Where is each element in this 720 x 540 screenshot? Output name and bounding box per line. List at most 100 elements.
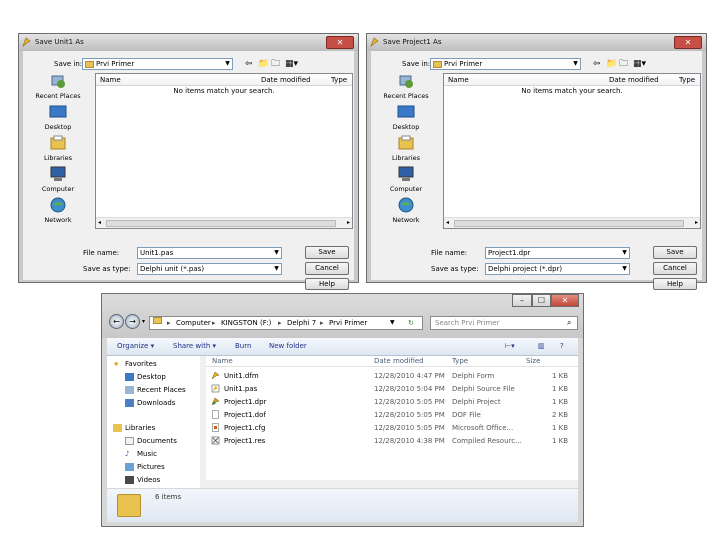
- place-libraries[interactable]: Libraries: [371, 135, 441, 162]
- column-date-modified[interactable]: Date modified: [609, 76, 659, 84]
- place-recent[interactable]: Recent Places: [23, 73, 93, 100]
- file-row[interactable]: Project1.dof 12/28/2010 5:05 PM DOF File…: [206, 409, 578, 421]
- place-computer[interactable]: Computer: [23, 166, 93, 193]
- save-in-combo[interactable]: Prvi Primer ▼: [82, 58, 233, 70]
- nav-item-downloads[interactable]: Downloads: [125, 399, 175, 407]
- file-name-input[interactable]: Project1.dpr ▼: [485, 247, 630, 259]
- file-row[interactable]: Project1.res 12/28/2010 4:38 PM Compiled…: [206, 435, 578, 447]
- music-icon: ♪: [125, 450, 130, 458]
- file-row[interactable]: Project1.cfg 12/28/2010 5:05 PM Microsof…: [206, 422, 578, 434]
- file-row[interactable]: Project1.dpr 12/28/2010 5:05 PM Delphi P…: [206, 396, 578, 408]
- documents-icon: [125, 437, 134, 445]
- save-in-combo[interactable]: Prvi Primer ▼: [430, 58, 581, 70]
- breadcrumb-drive[interactable]: KINGSTON (F:): [221, 317, 271, 329]
- column-name[interactable]: Name: [100, 76, 121, 84]
- column-date-modified[interactable]: Date modified: [374, 357, 424, 365]
- search-input[interactable]: Search Prvi Primer: [430, 316, 578, 330]
- place-label: Recent Places: [35, 92, 81, 100]
- nav-item-pictures[interactable]: Pictures: [125, 463, 165, 471]
- new-folder-button[interactable]: New folder: [269, 342, 307, 350]
- forward-button[interactable]: →: [125, 314, 140, 329]
- new-folder-icon[interactable]: 🗀: [619, 58, 628, 70]
- scroll-thumb[interactable]: [106, 220, 336, 227]
- column-name[interactable]: Name: [448, 76, 469, 84]
- save-button[interactable]: Save: [305, 246, 349, 259]
- network-icon: [398, 197, 414, 213]
- minimize-button[interactable]: –: [512, 294, 532, 307]
- close-button[interactable]: ✕: [551, 294, 579, 307]
- folder-icon: [433, 60, 442, 68]
- scroll-thumb[interactable]: [454, 220, 684, 227]
- resource-file-icon: [211, 436, 220, 445]
- help-button[interactable]: Help: [653, 278, 697, 290]
- place-libraries[interactable]: Libraries: [23, 135, 93, 162]
- place-recent[interactable]: Recent Places: [371, 73, 441, 100]
- place-network[interactable]: Network: [23, 197, 93, 224]
- libraries-header[interactable]: Libraries: [113, 424, 155, 432]
- place-desktop[interactable]: Desktop: [23, 104, 93, 131]
- nav-item-recent-places[interactable]: Recent Places: [125, 386, 186, 394]
- favorites-header[interactable]: ★ Favorites: [113, 360, 157, 368]
- close-button[interactable]: ✕: [674, 36, 702, 49]
- breadcrumb-computer[interactable]: Computer: [176, 317, 211, 329]
- file-list[interactable]: Name Date modified Type Size Unit1.dfm 1…: [206, 356, 578, 488]
- breadcrumb-folder[interactable]: Prvi Primer: [329, 317, 367, 329]
- empty-message: No items match your search.: [521, 87, 623, 95]
- column-type[interactable]: Type: [331, 76, 347, 84]
- delphi-app-icon: [370, 37, 379, 47]
- view-options-icon[interactable]: ⊢▾: [505, 342, 515, 350]
- place-network[interactable]: Network: [371, 197, 441, 224]
- place-computer[interactable]: Computer: [371, 166, 441, 193]
- scroll-left-icon[interactable]: ◂: [98, 219, 101, 226]
- close-button[interactable]: ✕: [326, 36, 354, 49]
- cancel-button[interactable]: Cancel: [653, 262, 697, 275]
- file-list[interactable]: Name Date modified Type No items match y…: [443, 73, 701, 229]
- nav-item-documents[interactable]: Documents: [125, 437, 177, 445]
- file-name-value: Unit1.pas: [140, 249, 174, 257]
- column-size[interactable]: Size: [526, 357, 540, 365]
- file-name-input[interactable]: Unit1.pas ▼: [137, 247, 282, 259]
- burn-button[interactable]: Burn: [235, 342, 251, 350]
- recent-pages-icon[interactable]: ▾: [142, 318, 145, 325]
- help-icon[interactable]: ?: [560, 342, 564, 350]
- search-icon[interactable]: ⌕: [567, 318, 571, 328]
- preview-pane-icon[interactable]: ▥: [538, 342, 545, 350]
- save-as-type-select[interactable]: Delphi unit (*.pas) ▼: [137, 263, 282, 275]
- horizontal-scrollbar[interactable]: ◂ ▸: [96, 217, 352, 228]
- scroll-right-icon[interactable]: ▸: [695, 219, 698, 226]
- cancel-button[interactable]: Cancel: [305, 262, 349, 275]
- back-button[interactable]: ←: [109, 314, 124, 329]
- scroll-right-icon[interactable]: ▸: [347, 219, 350, 226]
- back-arrow-icon[interactable]: ⇦: [593, 58, 601, 70]
- column-type[interactable]: Type: [679, 76, 695, 84]
- save-button[interactable]: Save: [653, 246, 697, 259]
- refresh-icon[interactable]: ↻: [408, 317, 414, 329]
- file-row[interactable]: Unit1.pas 12/28/2010 5:04 PM Delphi Sour…: [206, 383, 578, 395]
- place-desktop[interactable]: Desktop: [371, 104, 441, 131]
- nav-item-music[interactable]: ♪ Music: [125, 450, 157, 458]
- nav-item-desktop[interactable]: Desktop: [125, 373, 166, 381]
- save-as-type-select[interactable]: Delphi project (*.dpr) ▼: [485, 263, 630, 275]
- up-folder-icon[interactable]: 📁: [606, 58, 617, 70]
- chevron-down-icon[interactable]: ▼: [390, 317, 395, 329]
- column-type[interactable]: Type: [452, 357, 468, 365]
- up-folder-icon[interactable]: 📁: [258, 58, 269, 70]
- address-bar[interactable]: ▸ Computer ▸ KINGSTON (F:) ▸ Delphi 7 ▸ …: [149, 316, 423, 330]
- back-arrow-icon[interactable]: ⇦: [245, 58, 253, 70]
- column-name[interactable]: Name: [212, 357, 233, 365]
- share-with-menu[interactable]: Share with ▾: [173, 342, 216, 350]
- horizontal-scrollbar[interactable]: [206, 480, 578, 488]
- help-button[interactable]: Help: [305, 278, 349, 290]
- file-list[interactable]: Name Date modified Type No items match y…: [95, 73, 353, 229]
- breadcrumb-delphi[interactable]: Delphi 7: [287, 317, 316, 329]
- nav-item-videos[interactable]: Videos: [125, 476, 160, 484]
- new-folder-icon[interactable]: 🗀: [271, 58, 280, 70]
- organize-menu[interactable]: Organize ▾: [117, 342, 154, 350]
- view-menu-icon[interactable]: ▦▾: [285, 58, 298, 70]
- horizontal-scrollbar[interactable]: ◂ ▸: [444, 217, 700, 228]
- view-menu-icon[interactable]: ▦▾: [633, 58, 646, 70]
- scroll-left-icon[interactable]: ◂: [446, 219, 449, 226]
- maximize-button[interactable]: ☐: [532, 294, 551, 307]
- column-date-modified[interactable]: Date modified: [261, 76, 311, 84]
- file-row[interactable]: Unit1.dfm 12/28/2010 4:47 PM Delphi Form…: [206, 370, 578, 382]
